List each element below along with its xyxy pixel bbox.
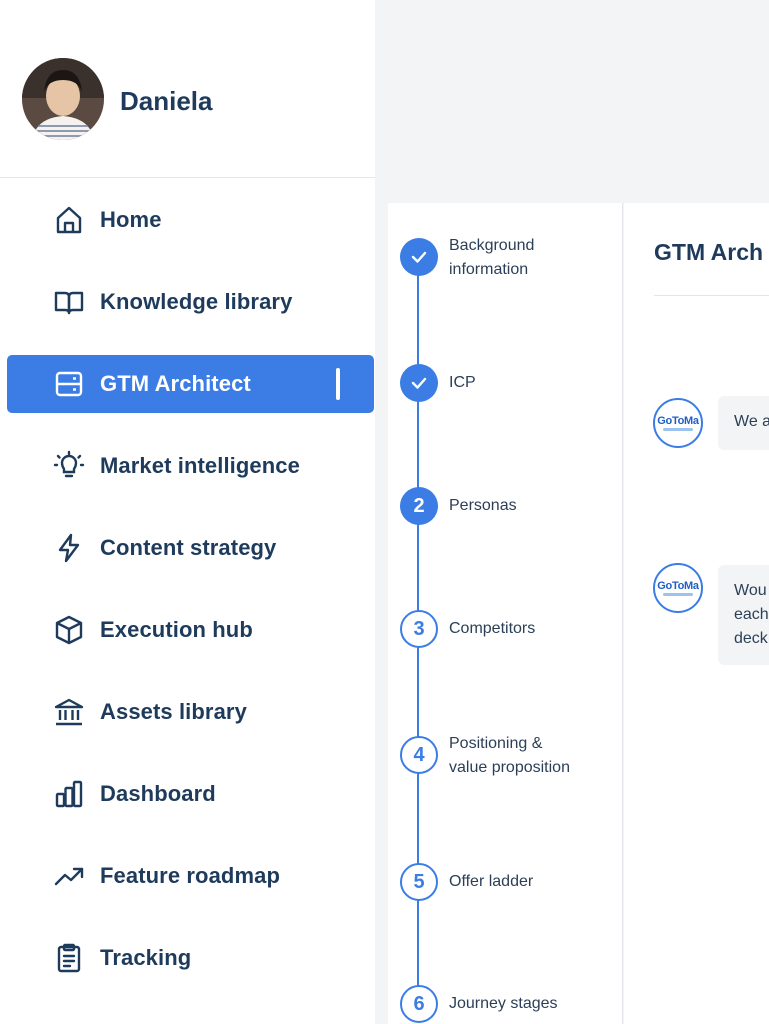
nav-item-content-strategy[interactable]: Content strategy (7, 519, 374, 577)
nav-item-label: Tracking (100, 945, 192, 970)
user-profile[interactable]: Daniela (0, 0, 375, 178)
step-number: 5 (400, 863, 438, 901)
clipboard-icon (53, 942, 85, 974)
home-icon (53, 204, 85, 236)
server-icon (53, 368, 85, 400)
nav-item-assets-library[interactable]: Assets library (7, 683, 374, 741)
page-title: GTM Arch (654, 239, 764, 265)
nav-item-tracking[interactable]: Tracking (7, 929, 374, 987)
step-label: Offer ladder (449, 873, 534, 890)
step-label: Competitors (449, 620, 536, 637)
bot-logo-text: GoToMa (657, 580, 699, 592)
chat-message: Wou each deck (718, 565, 769, 665)
bot-avatar: GoToMa (653, 563, 703, 613)
nav-item-label: Home (100, 207, 162, 232)
logo-swoosh-icon (663, 428, 693, 431)
nav-item-dashboard[interactable]: Dashboard (7, 765, 374, 823)
bot-avatar: GoToMa (653, 398, 703, 448)
step-number: 2 (400, 487, 438, 525)
step-label: ICP (449, 374, 476, 391)
step-number: 4 (400, 736, 438, 774)
check-icon (400, 238, 438, 276)
nav-item-label: Feature roadmap (100, 863, 280, 888)
divider (654, 295, 769, 296)
nav-item-label: Content strategy (100, 535, 277, 560)
nav-item-market-intelligence[interactable]: Market intelligence (7, 437, 374, 495)
active-indicator (336, 368, 340, 400)
nav-item-gtm-architect[interactable]: GTM Architect (7, 355, 374, 413)
trend-up-icon (53, 860, 85, 892)
nav-item-label: Knowledge library (100, 289, 293, 314)
lightbulb-icon (53, 450, 85, 482)
nav-item-feature-roadmap[interactable]: Feature roadmap (7, 847, 374, 905)
sidebar: Daniela Home Knowledge library GTM Archi… (0, 0, 375, 1024)
steps-panel: Background information ICP 2 Personas 3 C… (388, 203, 623, 1024)
nav-item-execution-hub[interactable]: Execution hub (7, 601, 374, 659)
bot-logo-text: GoToMa (657, 415, 699, 427)
nav-item-label: GTM Architect (100, 371, 251, 396)
bank-icon (53, 696, 85, 728)
step-label: Journey stages (449, 995, 558, 1012)
logo-swoosh-icon (663, 593, 693, 596)
chat-message: We a (718, 396, 769, 450)
step-number: 3 (400, 610, 438, 648)
step-number: 6 (400, 985, 438, 1023)
cube-icon (53, 614, 85, 646)
bar-chart-icon (53, 778, 85, 810)
step-label: Positioning & value proposition (449, 735, 570, 776)
book-icon (53, 286, 85, 318)
step-label: Personas (449, 497, 517, 514)
avatar (22, 58, 104, 140)
main-content: GTM Arch GoToMa We a GoToMa Wou each dec… (624, 203, 769, 1024)
lightning-icon (53, 532, 85, 564)
step-label: Background information (449, 237, 535, 278)
nav-item-knowledge-library[interactable]: Knowledge library (7, 273, 374, 331)
nav-item-home[interactable]: Home (7, 191, 374, 249)
nav-item-label: Assets library (100, 699, 247, 724)
sidebar-nav: Home Knowledge library GTM Architect Mar… (0, 191, 375, 987)
nav-item-label: Dashboard (100, 781, 216, 806)
nav-item-label: Execution hub (100, 617, 253, 642)
user-name: Daniela (120, 86, 213, 116)
check-icon (400, 364, 438, 402)
nav-item-label: Market intelligence (100, 453, 300, 478)
